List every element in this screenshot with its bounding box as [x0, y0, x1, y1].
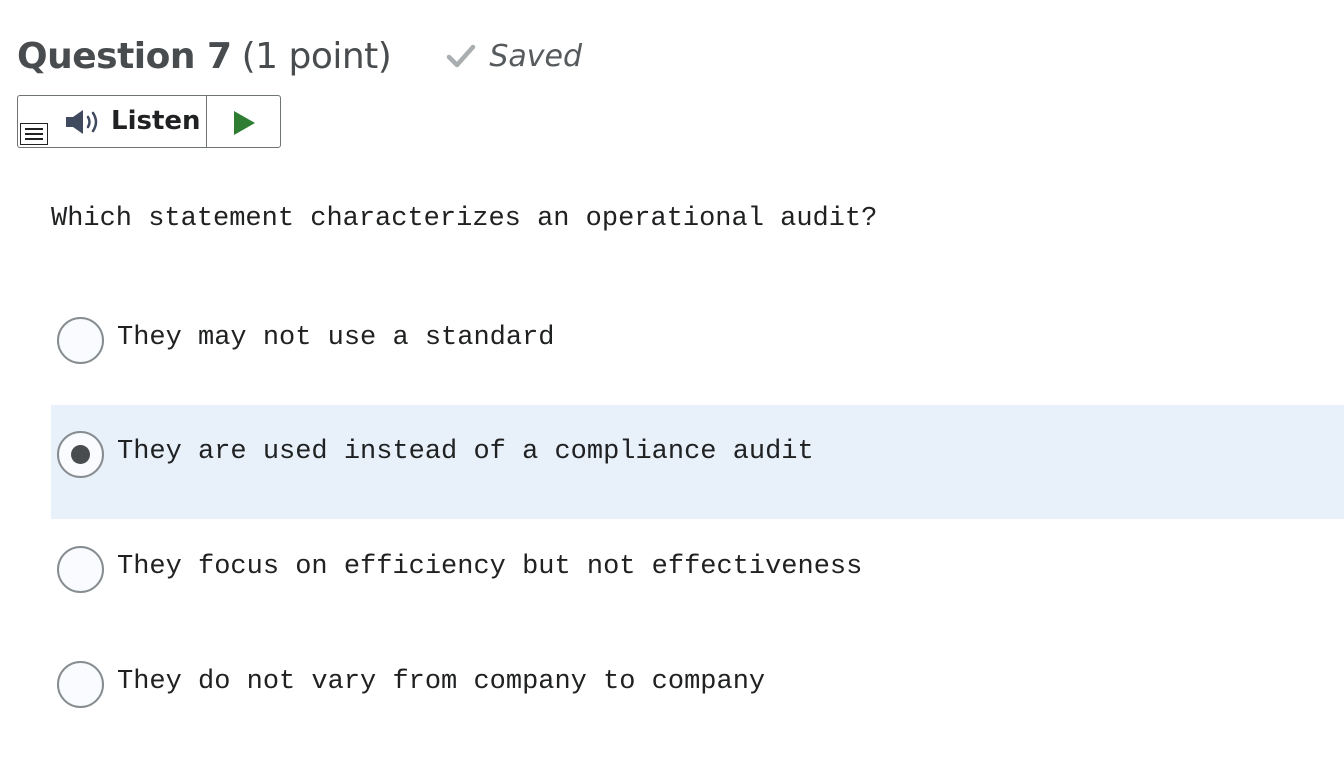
play-button[interactable] [207, 96, 280, 147]
listen-toolbar: Listen [17, 95, 281, 148]
save-status: Saved [443, 38, 582, 74]
answer-option-3[interactable]: They focus on efficiency but not effecti… [51, 512, 1344, 626]
radio-button[interactable] [57, 431, 104, 478]
answer-option-2[interactable]: They are used instead of a compliance au… [51, 405, 1344, 519]
radio-button[interactable] [57, 546, 104, 593]
listen-label: Listen [111, 106, 201, 136]
option-label: They do not vary from company to company [117, 667, 766, 697]
menu-icon[interactable] [20, 123, 48, 145]
answer-option-4[interactable]: They do not vary from company to company [51, 627, 1344, 741]
speaker-icon [66, 110, 98, 134]
radio-selected-dot [71, 445, 90, 464]
question-points: (1 point) [241, 35, 392, 77]
question-text: Which statement characterizes an operati… [51, 204, 878, 234]
question-title: Question 7 [17, 35, 232, 77]
answer-option-1[interactable]: They may not use a standard [51, 283, 1344, 397]
listen-button[interactable]: Listen [18, 96, 207, 147]
play-icon [234, 111, 255, 135]
option-label: They are used instead of a compliance au… [117, 437, 814, 467]
question-header: Question 7 (1 point) Saved [17, 28, 582, 84]
option-label: They focus on efficiency but not effecti… [117, 552, 863, 582]
radio-button[interactable] [57, 661, 104, 708]
option-label: They may not use a standard [117, 323, 555, 353]
checkmark-icon [447, 44, 476, 68]
radio-button[interactable] [57, 317, 104, 364]
saved-label: Saved [489, 38, 583, 74]
